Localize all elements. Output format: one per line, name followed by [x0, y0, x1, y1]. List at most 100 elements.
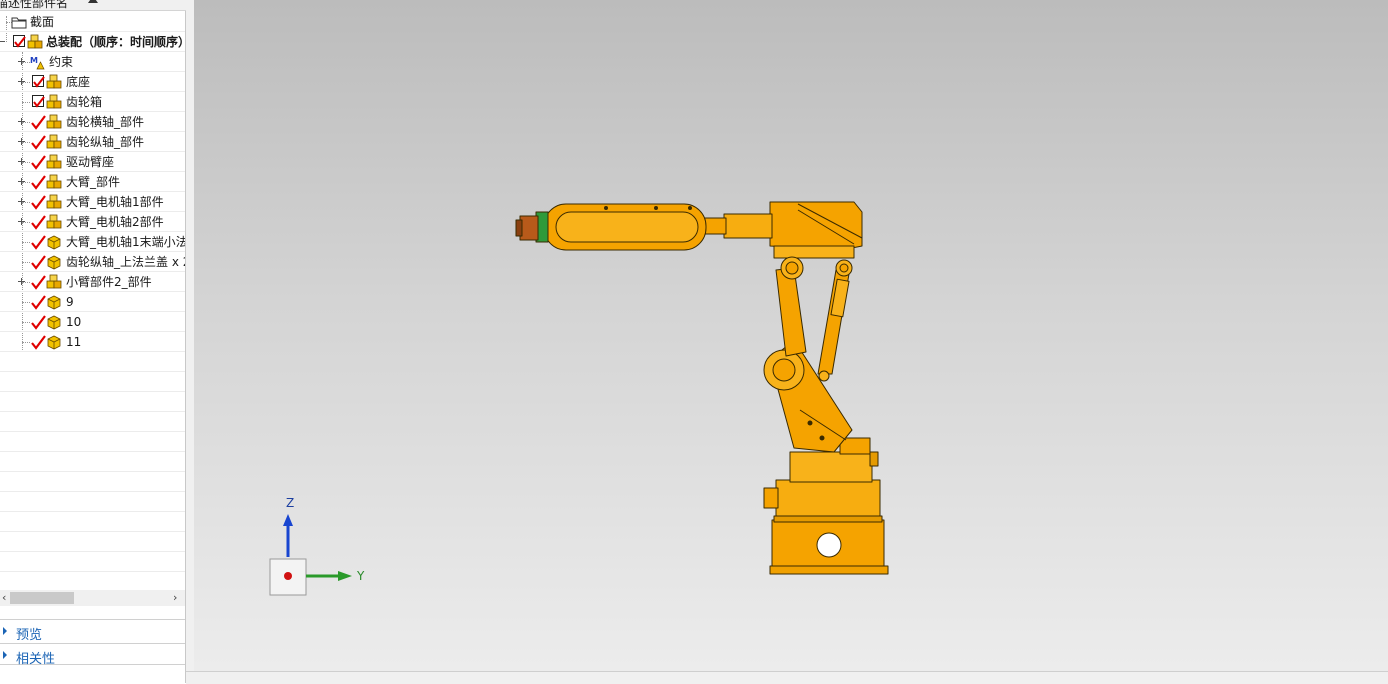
visibility-checkmark-icon[interactable] [30, 314, 46, 330]
tree-node-component[interactable]: 大臂_电机轴2部件 [0, 212, 185, 232]
tree-node-component[interactable]: M 约束 [0, 52, 185, 72]
navigator-column-header[interactable]: 描述性部件名 [0, 0, 186, 11]
subassembly-icon [46, 214, 62, 229]
expand-toggle[interactable] [18, 198, 25, 205]
tree-empty-row [0, 452, 185, 472]
x-axis-point-icon[interactable] [284, 572, 292, 580]
tree-node-component[interactable]: 大臂_电机轴1部件 [0, 192, 185, 212]
y-axis-label: Y [356, 569, 365, 583]
collapse-toggle[interactable] [0, 38, 5, 45]
assembly-icon [27, 34, 43, 49]
part-icon [47, 255, 61, 270]
scroll-right-icon[interactable]: › [173, 590, 177, 606]
tree-node-component[interactable]: 10 [0, 312, 185, 332]
tree-empty-row [0, 392, 185, 412]
tree-node-root-assembly[interactable]: 总装配（顺序：时间顺序） [0, 32, 185, 52]
tree-node-component[interactable]: 底座 [0, 72, 185, 92]
tree-node-component[interactable]: 齿轮纵轴_部件 [0, 132, 185, 152]
expand-toggle[interactable] [18, 118, 25, 125]
tree-empty-row [0, 412, 185, 432]
tree-node-component[interactable]: 齿轮横轴_部件 [0, 112, 185, 132]
visibility-checkbox[interactable] [13, 35, 26, 48]
expand-toggle[interactable] [18, 278, 25, 285]
part-icon [47, 235, 61, 250]
tree-node-section[interactable]: 截面 [0, 12, 185, 32]
svg-text:M: M [30, 56, 38, 65]
tree-node-label: 齿轮纵轴_上法兰盖 x 2 [66, 255, 185, 269]
part-icon [47, 315, 61, 330]
tree-node-label: 大臂_电机轴2部件 [66, 215, 164, 229]
tree-node-component[interactable]: 齿轮纵轴_上法兰盖 x 2 [0, 252, 185, 272]
tree-node-label: 截面 [30, 15, 55, 29]
tree-node-label: 驱动臂座 [66, 155, 115, 169]
visibility-checkmark-icon[interactable] [30, 214, 46, 230]
horizontal-scrollbar[interactable]: ‹ › [0, 590, 185, 606]
tree-node-label: 大臂_电机轴1部件 [66, 195, 164, 209]
tree-node-component[interactable]: 驱动臂座 [0, 152, 185, 172]
view-triad[interactable]: Z Y [194, 0, 1388, 671]
z-axis-label: Z [286, 496, 294, 510]
folder-icon [11, 17, 27, 29]
panel-splitter[interactable] [186, 0, 194, 683]
scroll-left-icon[interactable]: ‹ [2, 590, 6, 606]
section-label: 相关性 [16, 652, 56, 667]
tree-empty-row [0, 352, 185, 372]
visibility-checkmark-icon[interactable] [30, 174, 46, 190]
visibility-checkbox[interactable] [32, 75, 45, 88]
tree-node-component[interactable]: 9 [0, 292, 185, 312]
expand-toggle[interactable] [18, 218, 25, 225]
visibility-checkmark-icon[interactable] [30, 194, 46, 210]
tree-empty-row [0, 472, 185, 492]
expand-toggle[interactable] [18, 78, 25, 85]
visibility-checkmark-icon[interactable] [30, 154, 46, 170]
expand-toggle[interactable] [18, 58, 25, 65]
visibility-checkmark-icon[interactable] [30, 114, 46, 130]
constraints-icon: M [30, 56, 45, 70]
visibility-checkmark-icon[interactable] [30, 134, 46, 150]
visibility-checkmark-icon[interactable] [30, 274, 46, 290]
tree-node-label: 小臂部件2_部件 [66, 275, 152, 289]
subassembly-icon [46, 174, 62, 189]
subassembly-icon [46, 134, 62, 149]
scrollbar-thumb[interactable] [10, 592, 74, 604]
part-navigator: 描述性部件名 截面 总装配（顺序：时间顺序） M 约束 底座 齿轮箱 齿轮横轴_… [0, 0, 186, 683]
tree-node-label: 总装配（顺序：时间顺序） [46, 35, 185, 49]
tree-node-label: 齿轮横轴_部件 [66, 115, 145, 129]
tree-node-component[interactable]: 大臂_部件 [0, 172, 185, 192]
tree-node-component[interactable]: 11 [0, 332, 185, 352]
visibility-checkmark-icon[interactable] [30, 234, 46, 250]
tree-empty-row [0, 372, 185, 392]
tree-node-component[interactable]: 大臂_电机轴1末端小法 [0, 232, 185, 252]
part-icon [47, 335, 61, 350]
assembly-tree: 截面 总装配（顺序：时间顺序） M 约束底座齿轮箱齿轮横轴_部件 齿轮纵轴_部件 驱动… [0, 12, 185, 592]
tree-node-component[interactable]: 齿轮箱 [0, 92, 185, 112]
tree-node-label: 底座 [66, 75, 91, 89]
tree-node-label: 齿轮箱 [66, 95, 103, 109]
tree-node-component[interactable]: 小臂部件2_部件 [0, 272, 185, 292]
subassembly-icon [46, 154, 62, 169]
tree-node-label: 11 [66, 335, 82, 349]
sort-ascending-icon[interactable] [88, 0, 98, 3]
visibility-checkmark-icon[interactable] [30, 334, 46, 350]
tree-node-label: 齿轮纵轴_部件 [66, 135, 145, 149]
status-bar [186, 671, 1388, 684]
section-label: 预览 [16, 628, 43, 643]
visibility-checkbox[interactable] [32, 95, 45, 108]
part-icon [47, 295, 61, 310]
expand-toggle[interactable] [18, 138, 25, 145]
tree-node-label: 约束 [49, 55, 74, 69]
visibility-checkmark-icon[interactable] [30, 254, 46, 270]
tree-empty-row [0, 552, 185, 572]
tree-empty-row [0, 512, 185, 532]
preview-section[interactable]: 预览 [0, 619, 185, 643]
tree-empty-row [0, 492, 185, 512]
tree-node-label: 10 [66, 315, 82, 329]
tree-node-label: 9 [66, 295, 74, 309]
expand-toggle[interactable] [18, 158, 25, 165]
dependencies-section[interactable]: 相关性 [0, 643, 185, 667]
subassembly-icon [46, 114, 62, 129]
expand-toggle[interactable] [18, 178, 25, 185]
tree-node-label: 大臂_部件 [66, 175, 121, 189]
visibility-checkmark-icon[interactable] [30, 294, 46, 310]
graphics-window[interactable]: Z Y [194, 0, 1388, 671]
